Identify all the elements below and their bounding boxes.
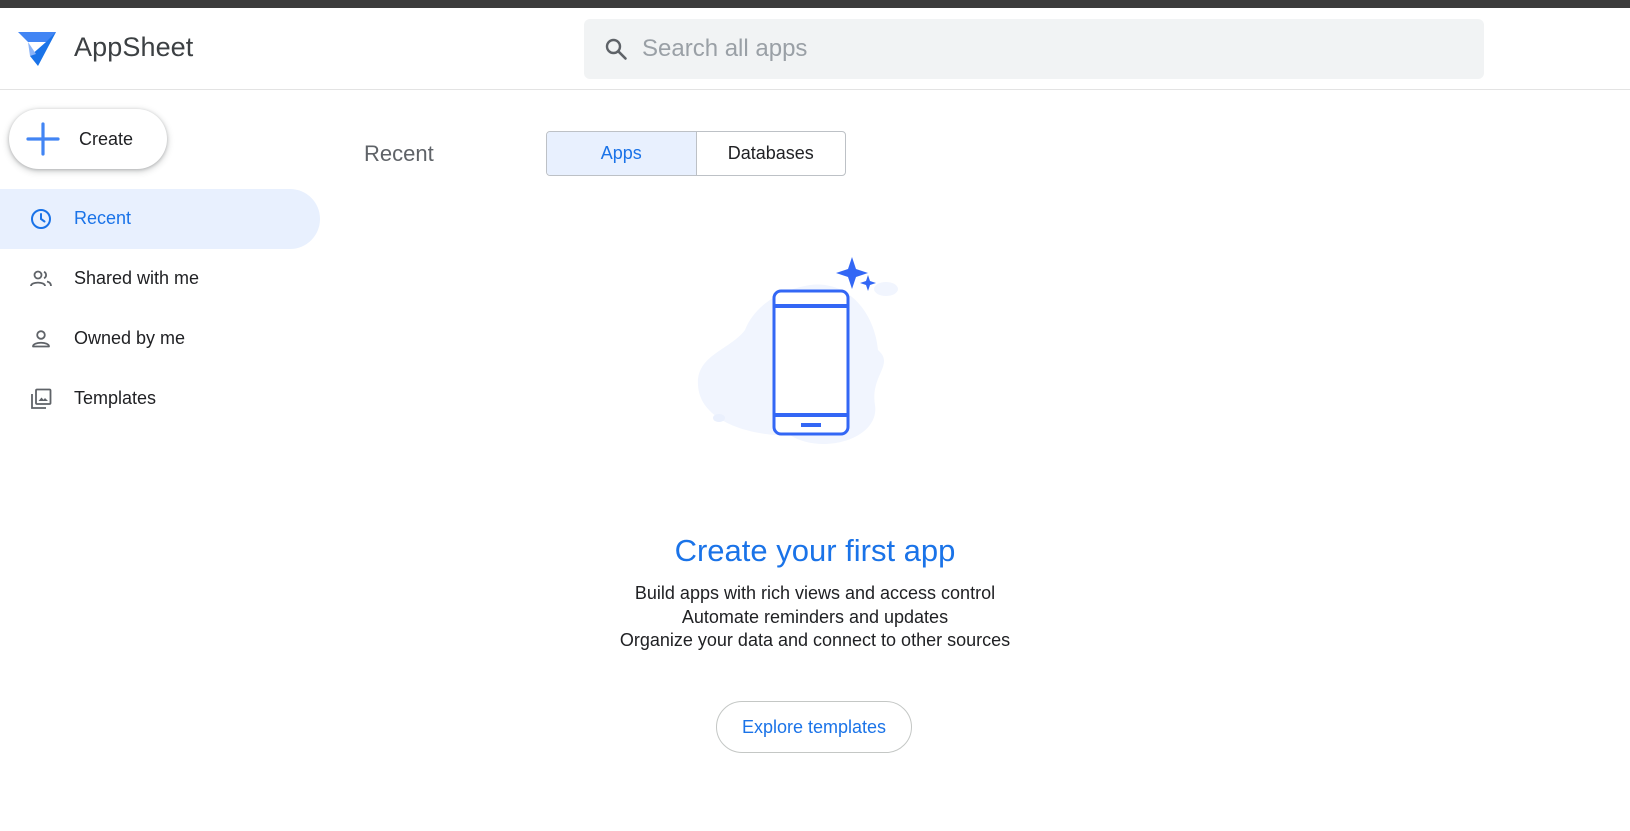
search-input[interactable] (642, 19, 1462, 79)
clock-icon (31, 209, 51, 229)
people-icon (30, 270, 52, 287)
sidebar-item-label: Owned by me (74, 328, 186, 348)
sidebar-item-recent[interactable]: Recent (0, 189, 320, 249)
tab-databases[interactable]: Databases (697, 132, 846, 175)
search-bar[interactable] (584, 19, 1484, 79)
person-icon (32, 330, 50, 348)
explore-templates-button[interactable]: Explore templates (716, 701, 912, 753)
empty-state-line: Build apps with rich views and access co… (634, 583, 996, 603)
empty-state-line: Automate reminders and updates (681, 606, 949, 627)
plus-icon (26, 122, 60, 156)
gallery-icon (31, 388, 52, 409)
window-top-bar (0, 0, 1630, 8)
sidebar-item-owned-by-me[interactable]: Owned by me (0, 309, 320, 369)
view-toggle: Apps Databases (546, 131, 846, 176)
app-header: AppSheet (0, 8, 1630, 90)
sidebar-item-label: Templates (74, 388, 157, 408)
tab-apps[interactable]: Apps (547, 132, 697, 175)
sidebar-item-label: Shared with me (74, 268, 200, 288)
search-icon (605, 38, 627, 60)
appsheet-logo-icon[interactable] (16, 30, 58, 68)
section-title: Recent (364, 141, 434, 166)
phone-illustration (697, 257, 898, 444)
empty-state-title: Create your first app (674, 533, 956, 568)
brand-name[interactable]: AppSheet (74, 32, 193, 63)
sidebar-item-label: Recent (74, 208, 132, 228)
empty-state-line: Organize your data and connect to other … (619, 630, 1011, 650)
create-button[interactable]: Create (9, 109, 167, 169)
create-button-label: Create (79, 129, 134, 149)
sidebar-item-shared-with-me[interactable]: Shared with me (0, 249, 320, 309)
sidebar-item-templates[interactable]: Templates (0, 369, 320, 429)
empty-state-description: Build apps with rich views and access co… (0, 582, 1630, 653)
